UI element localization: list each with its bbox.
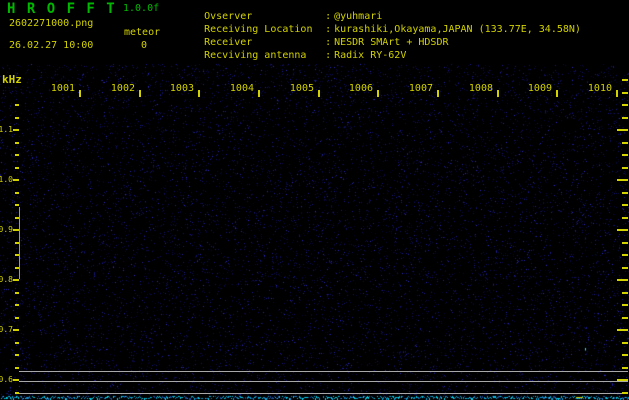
- meteor-count-value: 0: [141, 40, 148, 51]
- y-tick-left: [15, 242, 19, 244]
- x-tick-label: 1006: [348, 83, 373, 94]
- x-tick-label: 1009: [527, 83, 552, 94]
- marker-line-upper: [19, 371, 628, 372]
- x-tick-label: 1005: [289, 83, 314, 94]
- y-tick-right: [622, 142, 628, 144]
- x-tick-mark: [437, 90, 439, 97]
- y-tick-left: [15, 117, 19, 119]
- x-tick-mark: [139, 90, 141, 97]
- y-tick-left: [15, 192, 19, 194]
- y-axis-unit-label: kHz: [2, 73, 22, 86]
- y-tick-label: 1.0: [0, 175, 13, 184]
- y-tick-left: [15, 267, 19, 269]
- output-filename: 2602271000.png: [9, 18, 94, 29]
- y-tick-left: [13, 379, 19, 381]
- y-tick-right: [622, 192, 628, 194]
- y-tick-right: [622, 167, 628, 169]
- x-tick-mark: [198, 90, 200, 97]
- y-tick-right: [622, 154, 628, 156]
- y-tick-right: [622, 367, 628, 369]
- y-tick-left: [15, 154, 19, 156]
- y-tick-right: [622, 267, 628, 269]
- x-tick-mark: [258, 90, 260, 97]
- y-tick-right: [617, 379, 628, 381]
- x-tick-label: 1001: [50, 83, 75, 94]
- y-tick-label: 0.9: [0, 225, 13, 234]
- y-tick-left: [13, 129, 19, 131]
- y-tick-left: [15, 354, 19, 356]
- x-tick-label: 1007: [408, 83, 433, 94]
- y-tick-right: [622, 304, 628, 306]
- x-tick-label: 1004: [229, 83, 254, 94]
- y-tick-left: [13, 279, 19, 281]
- y-tick-left: [15, 392, 19, 394]
- x-tick-mark: [79, 90, 81, 97]
- y-tick-right: [622, 92, 628, 94]
- app-version: 1.0.0f: [123, 3, 160, 14]
- y-tick-right: [617, 129, 628, 131]
- y-tick-left: [15, 342, 19, 344]
- observation-timestamp: 26.02.27 10:00: [9, 40, 94, 51]
- y-tick-right: [622, 292, 628, 294]
- y-tick-right: [622, 392, 628, 394]
- y-tick-left: [15, 254, 19, 256]
- y-tick-left: [15, 167, 19, 169]
- y-tick-right: [617, 279, 628, 281]
- y-tick-label: 0.8: [0, 275, 13, 284]
- y-tick-right: [622, 342, 628, 344]
- y-tick-right: [617, 329, 628, 331]
- y-tick-left: [15, 317, 19, 319]
- meteor-count-label: meteor: [124, 27, 161, 38]
- y-tick-right: [622, 317, 628, 319]
- y-tick-right: [622, 354, 628, 356]
- antenna-row: Recviving antenna: Radix RY-62V: [180, 41, 406, 71]
- y-tick-left: [13, 179, 19, 181]
- y-tick-right: [622, 117, 628, 119]
- x-tick-mark: [377, 90, 379, 97]
- x-tick-label: 1008: [468, 83, 493, 94]
- y-tick-left: [15, 142, 19, 144]
- y-tick-label: 0.6: [0, 375, 13, 384]
- y-tick-right: [622, 254, 628, 256]
- y-tick-right: [622, 104, 628, 106]
- marker-line-lower: [19, 393, 628, 394]
- y-tick-left: [15, 217, 19, 219]
- app-title: H R O F F T: [7, 1, 117, 17]
- y-tick-left: [15, 304, 19, 306]
- y-tick-right: [622, 204, 628, 206]
- antenna-value: Radix RY-62V: [334, 50, 407, 61]
- y-tick-right: [622, 217, 628, 219]
- marker-line-middle: [19, 381, 628, 382]
- x-tick-label: 1010: [587, 83, 612, 94]
- y-tick-left: [15, 204, 19, 206]
- y-tick-right: [617, 229, 628, 231]
- x-tick-label: 1003: [169, 83, 194, 94]
- x-tick-mark: [318, 90, 320, 97]
- y-tick-label: 0.7: [0, 325, 13, 334]
- x-tick-label: 1002: [110, 83, 135, 94]
- y-tick-label: 1.1: [0, 125, 13, 134]
- y-tick-right: [622, 79, 628, 81]
- hrofft-spectrogram-screen: H R O F F T 1.0.0f 2602271000.png meteor…: [0, 0, 629, 400]
- x-tick-mark: [497, 90, 499, 97]
- y-tick-left: [15, 367, 19, 369]
- frequency-band-marker: [19, 207, 20, 279]
- antenna-label: Recviving antenna: [204, 50, 307, 61]
- x-tick-mark: [556, 90, 558, 97]
- separator: :: [325, 50, 332, 61]
- y-tick-right: [622, 242, 628, 244]
- y-tick-left: [13, 229, 19, 231]
- y-tick-left: [15, 104, 19, 106]
- y-tick-right: [617, 179, 628, 181]
- y-tick-left: [13, 329, 19, 331]
- y-tick-left: [15, 292, 19, 294]
- x-tick-mark: [616, 90, 618, 97]
